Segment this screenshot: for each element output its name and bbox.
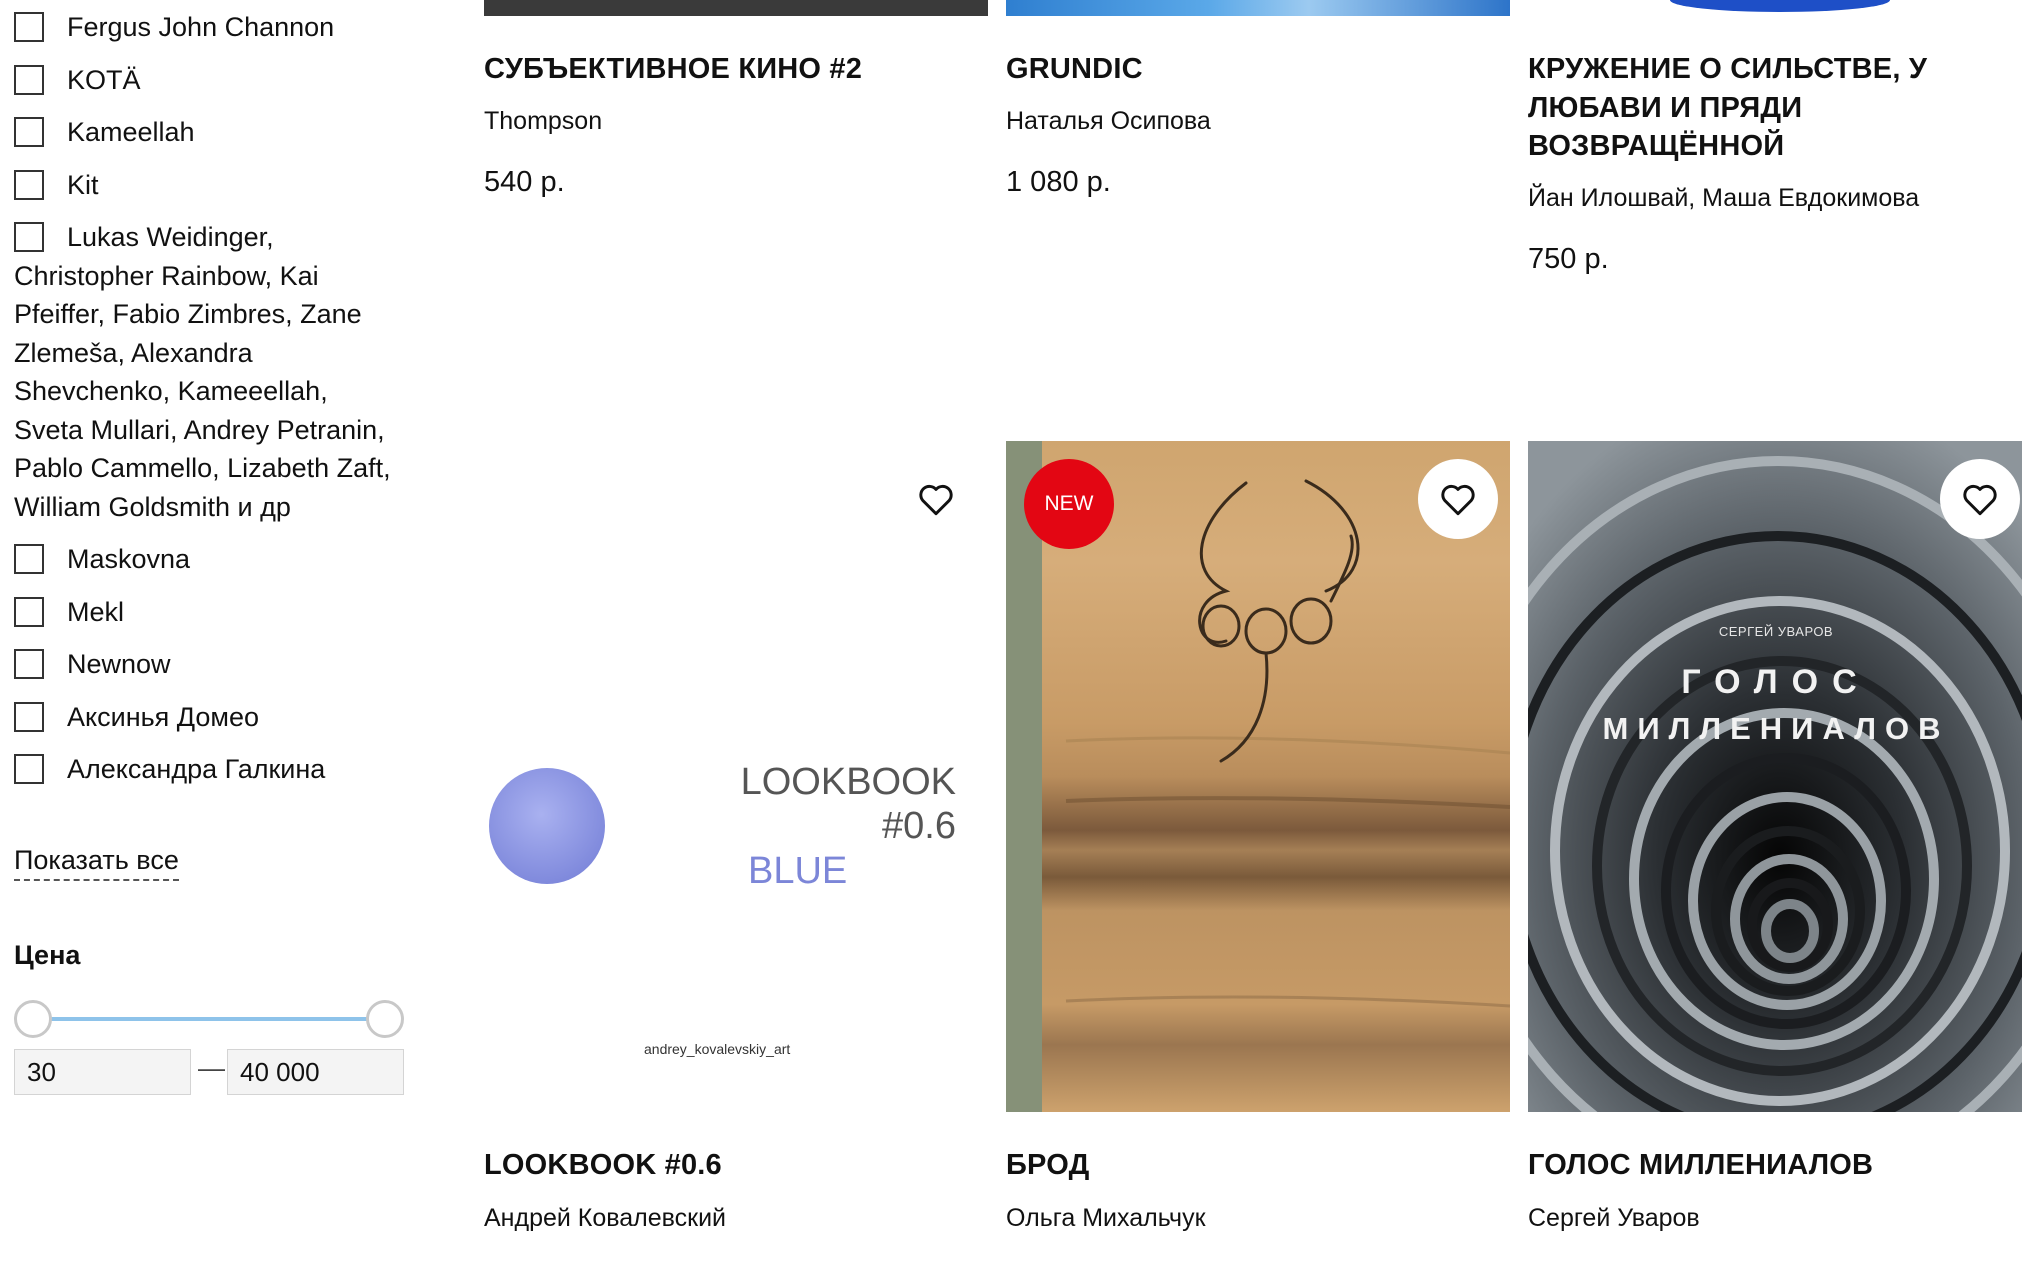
checkbox-empty-icon[interactable] xyxy=(14,117,44,147)
filter-option[interactable]: Аксинья Домео xyxy=(14,698,404,737)
price-separator: — xyxy=(198,1053,225,1083)
product-price: 540 р. xyxy=(484,166,565,198)
filter-option[interactable]: Lukas Weidinger, Christopher Rainbow, Ka… xyxy=(14,218,404,526)
checkbox-empty-icon[interactable] xyxy=(14,64,44,95)
cover-blue-word: BLUE xyxy=(748,850,848,892)
checkbox-empty-icon[interactable] xyxy=(14,12,44,42)
price-max-handle[interactable] xyxy=(366,1000,404,1038)
product-author[interactable]: Thompson xyxy=(484,107,602,136)
cover-title-line-2: МИЛЛЕНИАЛОВ xyxy=(1602,711,1950,746)
checkbox-empty-icon[interactable] xyxy=(14,222,44,252)
filter-option[interactable]: Mekl xyxy=(14,593,404,632)
filter-option[interactable]: Newnow xyxy=(14,645,404,684)
filter-option-label: Kameellah xyxy=(67,117,195,147)
product-cover[interactable] xyxy=(1006,0,1510,16)
product-title[interactable]: Кружение о сильстве, у любави и пряди во… xyxy=(1528,50,2022,166)
filter-option-label: Fergus John Channon xyxy=(67,12,335,42)
publisher-filter-list: Fergus John Channon KOTÄ Kameellah Kit L… xyxy=(14,8,404,789)
product-title[interactable]: Брод xyxy=(1006,1146,1089,1185)
heart-outline-icon xyxy=(1963,484,1997,516)
product-author[interactable]: Андрей Ковалевский xyxy=(484,1204,726,1233)
filter-option[interactable]: KOTÄ xyxy=(14,61,404,100)
filter-option-label: Lukas Weidinger, Christopher Rainbow, Ka… xyxy=(14,222,391,522)
heart-outline-icon xyxy=(1441,484,1475,516)
price-range-slider[interactable] xyxy=(14,1000,404,1038)
checkbox-empty-icon[interactable] xyxy=(14,169,44,200)
product-author[interactable]: Йан Илошвай, Маша Евдокимова xyxy=(1528,184,1919,213)
checkbox-empty-icon[interactable] xyxy=(14,649,44,679)
checkbox-empty-icon[interactable] xyxy=(14,701,44,732)
cover-lookbook-word: LOOKBOOK xyxy=(740,761,956,803)
product-cover[interactable]: NEW xyxy=(1006,441,1510,1112)
show-all-link[interactable]: Показать все xyxy=(14,845,179,881)
heart-outline-icon xyxy=(919,484,953,516)
filter-option-label: Newnow xyxy=(67,649,171,679)
product-author[interactable]: Сергей Уваров xyxy=(1528,1204,1700,1233)
checkbox-empty-icon[interactable] xyxy=(14,544,44,574)
cover-issue-number: #0.6 xyxy=(882,805,956,847)
price-min-handle[interactable] xyxy=(14,1000,52,1038)
product-price: 1 080 р. xyxy=(1006,166,1111,198)
price-min-input[interactable] xyxy=(14,1049,191,1095)
product-title[interactable]: Lookbook #0.6 xyxy=(484,1146,722,1185)
product-cover[interactable]: LOOKBOOK #0.6 BLUE andrey_kovalevskiy_ar… xyxy=(484,441,988,1112)
filter-sidebar: Fergus John Channon KOTÄ Kameellah Kit L… xyxy=(14,0,404,1095)
filter-option[interactable]: Kameellah xyxy=(14,113,404,152)
filter-option-label: Mekl xyxy=(67,596,125,627)
product-cover[interactable]: СЕРГЕЙ УВАРОВ ГОЛОС МИЛЛЕНИАЛОВ xyxy=(1528,441,2022,1112)
price-max-input[interactable] xyxy=(227,1049,404,1095)
price-filter-title: Цена xyxy=(14,940,81,970)
new-badge: NEW xyxy=(1024,459,1114,549)
checkbox-empty-icon[interactable] xyxy=(14,754,44,784)
filter-option-label: Аксинья Домео xyxy=(67,701,260,732)
favorite-button[interactable] xyxy=(1418,459,1498,539)
cover-credit: andrey_kovalevskiy_art xyxy=(644,1041,791,1057)
product-title[interactable]: Grundic xyxy=(1006,50,1506,89)
product-author[interactable]: Ольга Михальчук xyxy=(1006,1204,1206,1233)
product-price: 750 р. xyxy=(1528,243,1609,275)
filter-option[interactable]: Fergus John Channon xyxy=(14,8,404,47)
checkbox-empty-icon[interactable] xyxy=(14,596,44,627)
filter-option[interactable]: Maskovna xyxy=(14,540,404,579)
filter-option-label: Александра Галкина xyxy=(67,754,326,784)
filter-option-label: Maskovna xyxy=(67,544,191,574)
filter-option[interactable]: Kit xyxy=(14,166,404,205)
product-cover[interactable] xyxy=(1528,0,2022,16)
product-title[interactable]: Субъективное кино #2 xyxy=(484,50,984,89)
favorite-button[interactable] xyxy=(1940,459,2020,539)
blue-circle-graphic xyxy=(489,768,605,884)
product-cover[interactable] xyxy=(484,0,988,16)
cover-author-name: СЕРГЕЙ УВАРОВ xyxy=(1718,624,1834,639)
product-title[interactable]: Голос миллениалов xyxy=(1528,1146,1873,1185)
favorite-button[interactable] xyxy=(896,459,976,539)
cover-title-line-1: ГОЛОС xyxy=(1681,663,1871,701)
filter-option-label: Kit xyxy=(67,169,99,200)
price-slider-track xyxy=(32,1017,386,1021)
filter-option-label: KOTÄ xyxy=(67,64,141,95)
filter-option[interactable]: Александра Галкина xyxy=(14,750,404,789)
product-author[interactable]: Наталья Осипова xyxy=(1006,107,1211,136)
